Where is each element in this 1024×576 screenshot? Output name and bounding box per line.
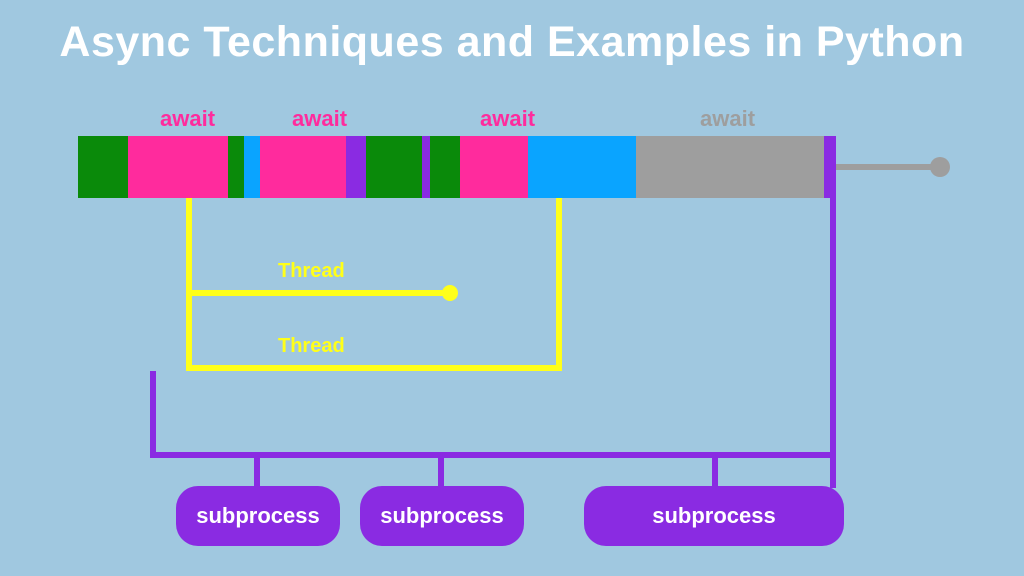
seg-purple: [422, 136, 430, 198]
thread-line: [186, 290, 448, 296]
thread-dot-icon: [442, 285, 458, 301]
subprocess-box: subprocess: [176, 486, 340, 546]
seg-green: [78, 136, 128, 198]
await-label-inactive: await: [700, 106, 755, 132]
await-label: await: [160, 106, 215, 132]
purple-right-vertical: [830, 198, 836, 488]
purple-branch-vertical: [712, 452, 718, 488]
purple-branch-vertical: [438, 452, 444, 488]
diagram-stage: await await await await Thread Thread su…: [0, 0, 1024, 576]
thread-label: Thread: [278, 335, 345, 358]
seg-green: [366, 136, 422, 198]
thread-vertical: [186, 198, 192, 370]
seg-green: [228, 136, 244, 198]
purple-trunk-horizontal: [150, 452, 836, 458]
seg-pink: [460, 136, 528, 198]
seg-blue: [528, 136, 636, 198]
thread-vertical: [556, 198, 562, 370]
purple-branch-vertical: [254, 452, 260, 488]
thread-line: [186, 365, 562, 371]
subprocess-box: subprocess: [584, 486, 844, 546]
tail-dot-icon: [930, 157, 950, 177]
tail-line: [836, 164, 940, 170]
seg-purple: [824, 136, 836, 198]
seg-pink: [260, 136, 346, 198]
seg-green: [430, 136, 460, 198]
seg-pink: [128, 136, 228, 198]
seg-purple: [346, 136, 366, 198]
seg-gray: [636, 136, 824, 198]
thread-label: Thread: [278, 260, 345, 283]
seg-blue: [244, 136, 260, 198]
purple-trunk-vertical: [150, 371, 156, 458]
await-label: await: [292, 106, 347, 132]
await-label: await: [480, 106, 535, 132]
subprocess-box: subprocess: [360, 486, 524, 546]
